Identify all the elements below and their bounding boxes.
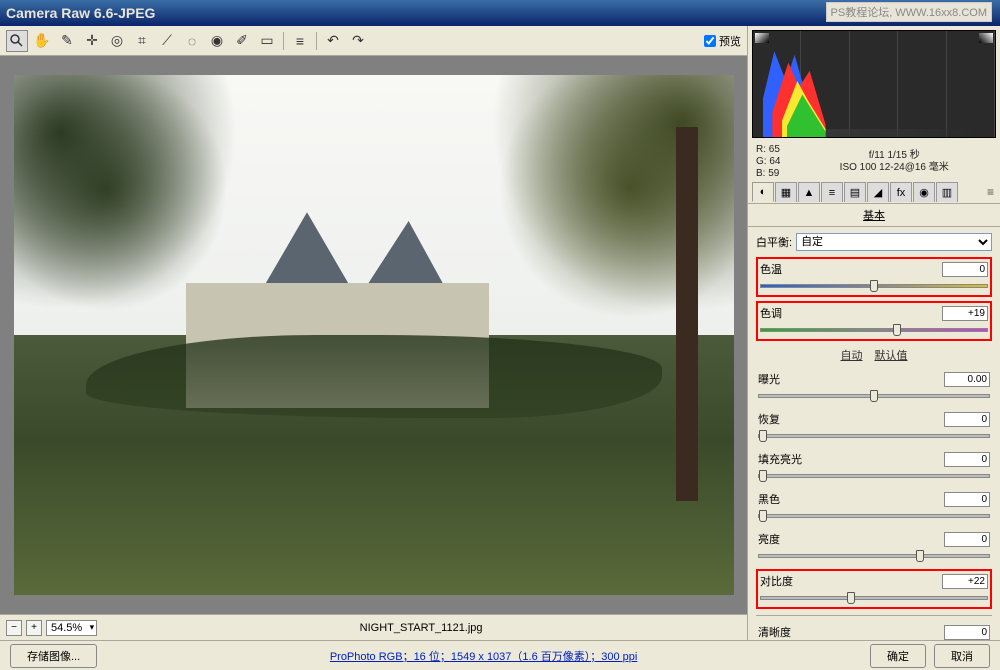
slider-label-recovery: 恢复 — [758, 411, 780, 427]
graduated-filter-tool[interactable]: ▭ — [256, 30, 278, 52]
adjustment-brush-tool[interactable]: ✐ — [231, 30, 253, 52]
color-sampler-tool[interactable]: ✛ — [81, 30, 103, 52]
wb-select[interactable]: 自定 — [796, 233, 992, 251]
slider-track-temp[interactable] — [760, 279, 988, 293]
eyedropper-tool[interactable]: ✎ — [56, 30, 78, 52]
slider-track-bright[interactable] — [758, 549, 990, 563]
zoom-tool[interactable] — [6, 30, 28, 52]
redeye-tool[interactable]: ◉ — [206, 30, 228, 52]
watermark: PS教程论坛, WWW.16xx8.COM — [826, 2, 992, 22]
auto-link[interactable]: 自动 — [841, 350, 863, 362]
slider-thumb-bright[interactable] — [916, 550, 924, 562]
r-value: 65 — [769, 144, 780, 155]
slider-label-contrast: 对比度 — [760, 573, 793, 589]
default-link[interactable]: 默认值 — [875, 350, 908, 362]
slider-thumb-exposure[interactable] — [870, 390, 878, 402]
image-preview-area[interactable] — [0, 56, 747, 614]
slider-thumb-recovery[interactable] — [759, 430, 767, 442]
photo-preview — [14, 75, 734, 595]
tab-calib[interactable]: ◉ — [913, 182, 935, 202]
slider-contrast: 对比度 — [756, 569, 992, 609]
slider-value-temp[interactable] — [942, 262, 988, 277]
tab-basic[interactable]: ◐ — [752, 182, 774, 202]
zoom-bar: − + 54.5% NIGHT_START_1121.jpg — [0, 614, 747, 640]
footer: 存储图像... ProPhoto RGB；16 位；1549 x 1037（1.… — [0, 640, 1000, 670]
slider-track-recovery[interactable] — [758, 429, 990, 443]
tab-presets[interactable]: ▥ — [936, 182, 958, 202]
b-value: 59 — [768, 168, 779, 179]
slider-value-clarity[interactable] — [944, 625, 990, 640]
slider-value-blacks[interactable] — [944, 492, 990, 507]
slider-blacks: 黑色 — [756, 489, 992, 525]
straighten-tool[interactable]: ⟋ — [156, 30, 178, 52]
slider-value-fill[interactable] — [944, 452, 990, 467]
basic-panel: 白平衡: 自定 色温色调自动默认值曝光恢复填充亮光黑色亮度对比度清晰度自然饱和度… — [748, 227, 1000, 640]
slider-bright: 亮度 — [756, 529, 992, 565]
targeted-adjust-tool[interactable]: ◎ — [106, 30, 128, 52]
prefs-tool[interactable]: ≡ — [289, 30, 311, 52]
crop-tool[interactable]: ⌗ — [131, 30, 153, 52]
slider-thumb-contrast[interactable] — [847, 592, 855, 604]
ok-button[interactable]: 确定 — [870, 644, 926, 668]
histogram[interactable] — [752, 30, 996, 138]
zoom-out-button[interactable]: − — [6, 620, 22, 636]
panel-tabs: ◐ ▦ ▲ ≡ ▤ ◢ fx ◉ ▥ — [748, 182, 1000, 204]
file-format: JPEG — [118, 5, 155, 21]
slider-thumb-tint[interactable] — [893, 324, 901, 336]
slider-track-exposure[interactable] — [758, 389, 990, 403]
slider-exposure: 曝光 — [756, 369, 992, 405]
g-value: 64 — [769, 156, 780, 167]
wb-label: 白平衡: — [756, 234, 792, 250]
slider-track-contrast[interactable] — [760, 591, 988, 605]
exif-line1: f/11 1/15 秒 — [796, 150, 992, 162]
slider-label-tint: 色调 — [760, 305, 782, 321]
hand-tool[interactable]: ✋ — [31, 30, 53, 52]
slider-thumb-temp[interactable] — [870, 280, 878, 292]
slider-track-blacks[interactable] — [758, 509, 990, 523]
tab-lens[interactable]: ◢ — [867, 182, 889, 202]
tab-split[interactable]: ▤ — [844, 182, 866, 202]
tab-hsl[interactable]: ≡ — [821, 182, 843, 202]
workflow-link[interactable]: ProPhoto RGB；16 位；1549 x 1037（1.6 百万像素）；… — [105, 648, 862, 664]
save-image-button[interactable]: 存储图像... — [10, 644, 97, 668]
slider-fill: 填充亮光 — [756, 449, 992, 485]
tab-curve[interactable]: ▦ — [775, 182, 797, 202]
slider-label-blacks: 黑色 — [758, 491, 780, 507]
zoom-in-button[interactable]: + — [26, 620, 42, 636]
rotate-cw-tool[interactable]: ↷ — [347, 30, 369, 52]
info-readout: R: 65 G: 64 B: 59 f/11 1/15 秒 ISO 100 12… — [748, 142, 1000, 182]
slider-label-clarity: 清晰度 — [758, 624, 791, 640]
tab-detail[interactable]: ▲ — [798, 182, 820, 202]
slider-label-fill: 填充亮光 — [758, 451, 802, 467]
slider-tint: 色调 — [756, 301, 992, 341]
slider-label-bright: 亮度 — [758, 531, 780, 547]
cancel-button[interactable]: 取消 — [934, 644, 990, 668]
slider-clarity: 清晰度 — [756, 622, 992, 640]
slider-value-exposure[interactable] — [944, 372, 990, 387]
app-name: Camera Raw 6.6 — [6, 5, 113, 21]
slider-label-exposure: 曝光 — [758, 371, 780, 387]
slider-thumb-fill[interactable] — [759, 470, 767, 482]
slider-value-contrast[interactable] — [942, 574, 988, 589]
tab-fx[interactable]: fx — [890, 182, 912, 202]
panel-title: 基本 — [748, 204, 1000, 227]
preview-checkbox[interactable]: 预览 — [704, 33, 741, 49]
slider-value-recovery[interactable] — [944, 412, 990, 427]
slider-value-bright[interactable] — [944, 532, 990, 547]
slider-track-fill[interactable] — [758, 469, 990, 483]
slider-label-temp: 色温 — [760, 261, 782, 277]
rotate-ccw-tool[interactable]: ↶ — [322, 30, 344, 52]
zoom-select[interactable]: 54.5% — [46, 620, 97, 636]
slider-thumb-blacks[interactable] — [759, 510, 767, 522]
slider-track-tint[interactable] — [760, 323, 988, 337]
main-toolbar: ✋ ✎ ✛ ◎ ⌗ ⟋ ◌ ◉ ✐ ▭ ≡ ↶ ↷ 预览 — [0, 26, 747, 56]
slider-recovery: 恢复 — [756, 409, 992, 445]
exif-line2: ISO 100 12-24@16 毫米 — [796, 162, 992, 174]
slider-temp: 色温 — [756, 257, 992, 297]
slider-value-tint[interactable] — [942, 306, 988, 321]
filename-label: NIGHT_START_1121.jpg — [101, 622, 741, 634]
spot-removal-tool[interactable]: ◌ — [181, 30, 203, 52]
